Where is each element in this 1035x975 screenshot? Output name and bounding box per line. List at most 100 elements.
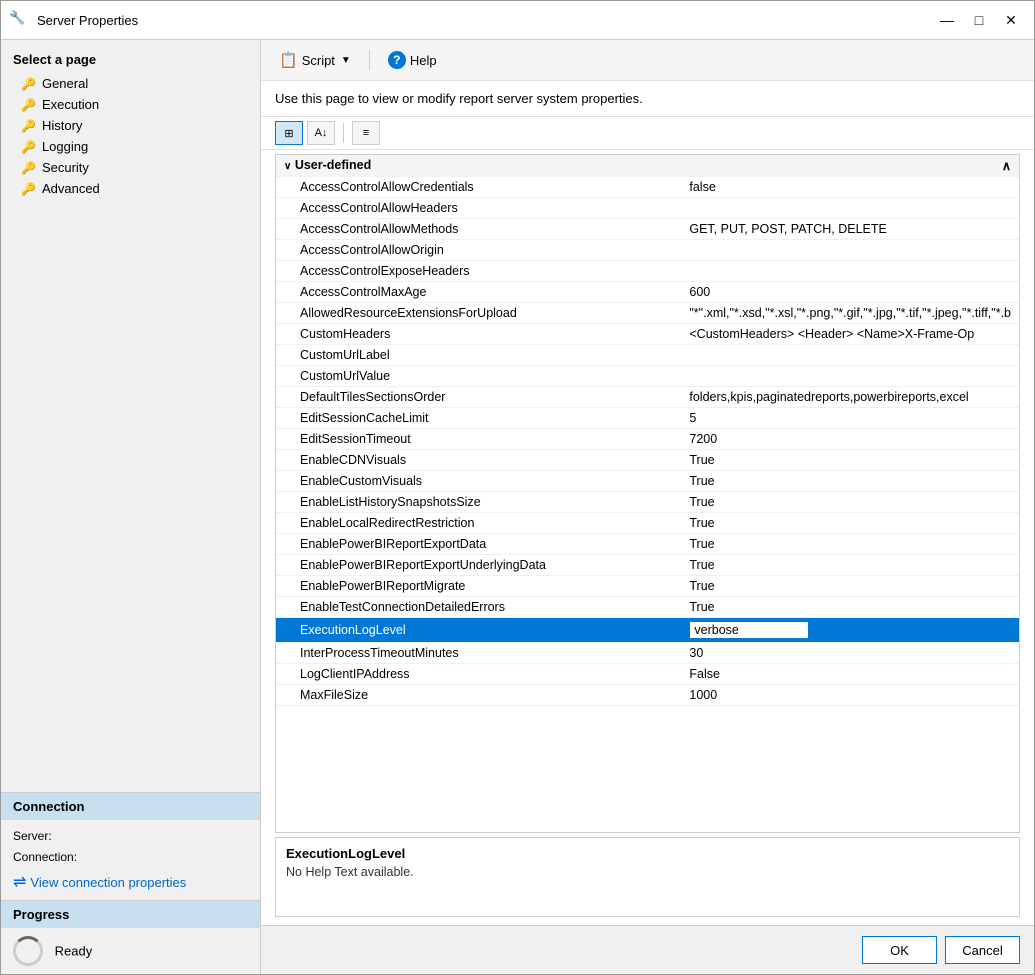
- table-row[interactable]: EnableTestConnectionDetailedErrorsTrue: [276, 597, 1019, 618]
- group-label: User-defined: [295, 158, 371, 172]
- prop-value[interactable]: [681, 618, 1019, 643]
- table-row[interactable]: AccessControlAllowMethodsGET, PUT, POST,…: [276, 219, 1019, 240]
- prop-name: AccessControlMaxAge: [276, 282, 681, 303]
- prop-name: EnablePowerBIReportMigrate: [276, 576, 681, 597]
- help-panel-button[interactable]: ≡: [352, 121, 380, 145]
- table-row[interactable]: InterProcessTimeoutMinutes30: [276, 643, 1019, 664]
- table-row[interactable]: EnableCDNVisualsTrue: [276, 450, 1019, 471]
- sidebar-item-history[interactable]: 🔑 History: [1, 115, 260, 136]
- table-row[interactable]: DefaultTilesSectionsOrderfolders,kpis,pa…: [276, 387, 1019, 408]
- prop-name: CustomUrlValue: [276, 366, 681, 387]
- progress-title: Progress: [13, 907, 69, 922]
- table-row[interactable]: EnablePowerBIReportExportUnderlyingDataT…: [276, 555, 1019, 576]
- table-row[interactable]: EnableLocalRedirectRestrictionTrue: [276, 513, 1019, 534]
- table-row[interactable]: AccessControlAllowOrigin: [276, 240, 1019, 261]
- prop-name: EnableTestConnectionDetailedErrors: [276, 597, 681, 618]
- footer: OK Cancel: [261, 925, 1034, 974]
- table-row[interactable]: EnableCustomVisualsTrue: [276, 471, 1019, 492]
- prop-value: True: [681, 576, 1019, 597]
- table-row[interactable]: EnablePowerBIReportMigrateTrue: [276, 576, 1019, 597]
- table-row[interactable]: ExecutionLogLevel: [276, 618, 1019, 643]
- table-row[interactable]: AccessControlExposeHeaders: [276, 261, 1019, 282]
- help-button[interactable]: ? Help: [382, 48, 443, 72]
- table-row[interactable]: AccessControlMaxAge600: [276, 282, 1019, 303]
- ok-button[interactable]: OK: [862, 936, 937, 964]
- prop-name: EnableLocalRedirectRestriction: [276, 513, 681, 534]
- prop-name: EditSessionTimeout: [276, 429, 681, 450]
- prop-value: 1000: [681, 685, 1019, 706]
- script-label: Script: [302, 53, 335, 68]
- prop-value-input[interactable]: [689, 621, 809, 639]
- table-row[interactable]: CustomHeaders<CustomHeaders> <Header> <N…: [276, 324, 1019, 345]
- prop-name: AccessControlAllowCredentials: [276, 177, 681, 198]
- sidebar-item-security[interactable]: 🔑 Security: [1, 157, 260, 178]
- toolbar: 📋 Script ▼ ? Help: [261, 40, 1034, 81]
- sidebar-item-general[interactable]: 🔑 General: [1, 73, 260, 94]
- table-row[interactable]: EditSessionCacheLimit5: [276, 408, 1019, 429]
- minimize-button[interactable]: —: [932, 8, 962, 33]
- sidebar-item-label-general: General: [42, 76, 88, 91]
- categorized-icon: ⊞: [284, 127, 293, 140]
- prop-name: AccessControlExposeHeaders: [276, 261, 681, 282]
- table-row[interactable]: CustomUrlValue: [276, 366, 1019, 387]
- connection-field: Connection:: [13, 849, 248, 864]
- toolbar-separator: [369, 50, 370, 70]
- help-panel: ExecutionLogLevel No Help Text available…: [275, 837, 1020, 917]
- sidebar-item-logging[interactable]: 🔑 Logging: [1, 136, 260, 157]
- prop-name: EnablePowerBIReportExportUnderlyingData: [276, 555, 681, 576]
- table-row[interactable]: EnableListHistorySnapshotsSizeTrue: [276, 492, 1019, 513]
- page-icon-history: 🔑: [21, 119, 36, 133]
- script-button[interactable]: 📋 Script ▼: [273, 48, 357, 72]
- view-connection-label: View connection properties: [30, 875, 186, 890]
- property-rows-table: AccessControlAllowCredentialsfalseAccess…: [276, 177, 1019, 706]
- table-row[interactable]: AccessControlAllowHeaders: [276, 198, 1019, 219]
- sidebar-item-execution[interactable]: 🔑 Execution: [1, 94, 260, 115]
- table-row[interactable]: AllowedResourceExtensionsForUpload"*".xm…: [276, 303, 1019, 324]
- prop-value: True: [681, 513, 1019, 534]
- prop-value: false: [681, 177, 1019, 198]
- table-row[interactable]: EditSessionTimeout7200: [276, 429, 1019, 450]
- prop-name: CustomUrlLabel: [276, 345, 681, 366]
- maximize-button[interactable]: □: [964, 8, 994, 33]
- script-icon: 📋: [279, 51, 298, 69]
- window-icon: 🔧: [9, 10, 29, 30]
- table-row[interactable]: MaxFileSize1000: [276, 685, 1019, 706]
- prop-name: AllowedResourceExtensionsForUpload: [276, 303, 681, 324]
- prop-value: 600: [681, 282, 1019, 303]
- view-connection-link[interactable]: ⇌ View connection properties: [13, 872, 248, 892]
- sidebar-item-label-history: History: [42, 118, 82, 133]
- server-field: Server:: [13, 828, 248, 843]
- right-panel: 📋 Script ▼ ? Help Use this page to view …: [261, 40, 1034, 974]
- table-row[interactable]: CustomUrlLabel: [276, 345, 1019, 366]
- prop-name: AccessControlAllowMethods: [276, 219, 681, 240]
- prop-value: "*".xml,"*.xsd,"*.xsl,"*.png,"*.gif,"*.j…: [681, 303, 1019, 324]
- prop-value: 7200: [681, 429, 1019, 450]
- connection-section-header: Connection: [1, 793, 260, 820]
- alphabetical-view-button[interactable]: A↓: [307, 121, 335, 145]
- page-icon-security: 🔑: [21, 161, 36, 175]
- table-row[interactable]: AccessControlAllowCredentialsfalse: [276, 177, 1019, 198]
- cancel-button[interactable]: Cancel: [945, 936, 1020, 964]
- progress-spinner-icon: [13, 936, 43, 966]
- prop-value: True: [681, 597, 1019, 618]
- prop-name: EnableCDNVisuals: [276, 450, 681, 471]
- sidebar-item-advanced[interactable]: 🔑 Advanced: [1, 178, 260, 199]
- close-button[interactable]: ✕: [996, 8, 1026, 33]
- prop-value: False: [681, 664, 1019, 685]
- prop-name: CustomHeaders: [276, 324, 681, 345]
- prop-value: GET, PUT, POST, PATCH, DELETE: [681, 219, 1019, 240]
- table-row[interactable]: EnablePowerBIReportExportDataTrue: [276, 534, 1019, 555]
- description-text: Use this page to view or modify report s…: [275, 91, 643, 106]
- connection-title: Connection: [13, 799, 85, 814]
- properties-table-container[interactable]: ∨ User-defined ∧ AccessControlAllowCrede…: [275, 154, 1020, 833]
- categorized-view-button[interactable]: ⊞: [275, 121, 303, 145]
- table-row[interactable]: LogClientIPAddressFalse: [276, 664, 1019, 685]
- scroll-up-icon[interactable]: ∧: [1002, 158, 1011, 173]
- prop-name: AccessControlAllowOrigin: [276, 240, 681, 261]
- page-icon-general: 🔑: [21, 77, 36, 91]
- connection-link-icon: ⇌: [13, 872, 26, 892]
- properties-area: ∨ User-defined ∧ AccessControlAllowCrede…: [261, 150, 1034, 925]
- prop-value: True: [681, 534, 1019, 555]
- window-title: Server Properties: [37, 13, 138, 28]
- prop-value: [681, 240, 1019, 261]
